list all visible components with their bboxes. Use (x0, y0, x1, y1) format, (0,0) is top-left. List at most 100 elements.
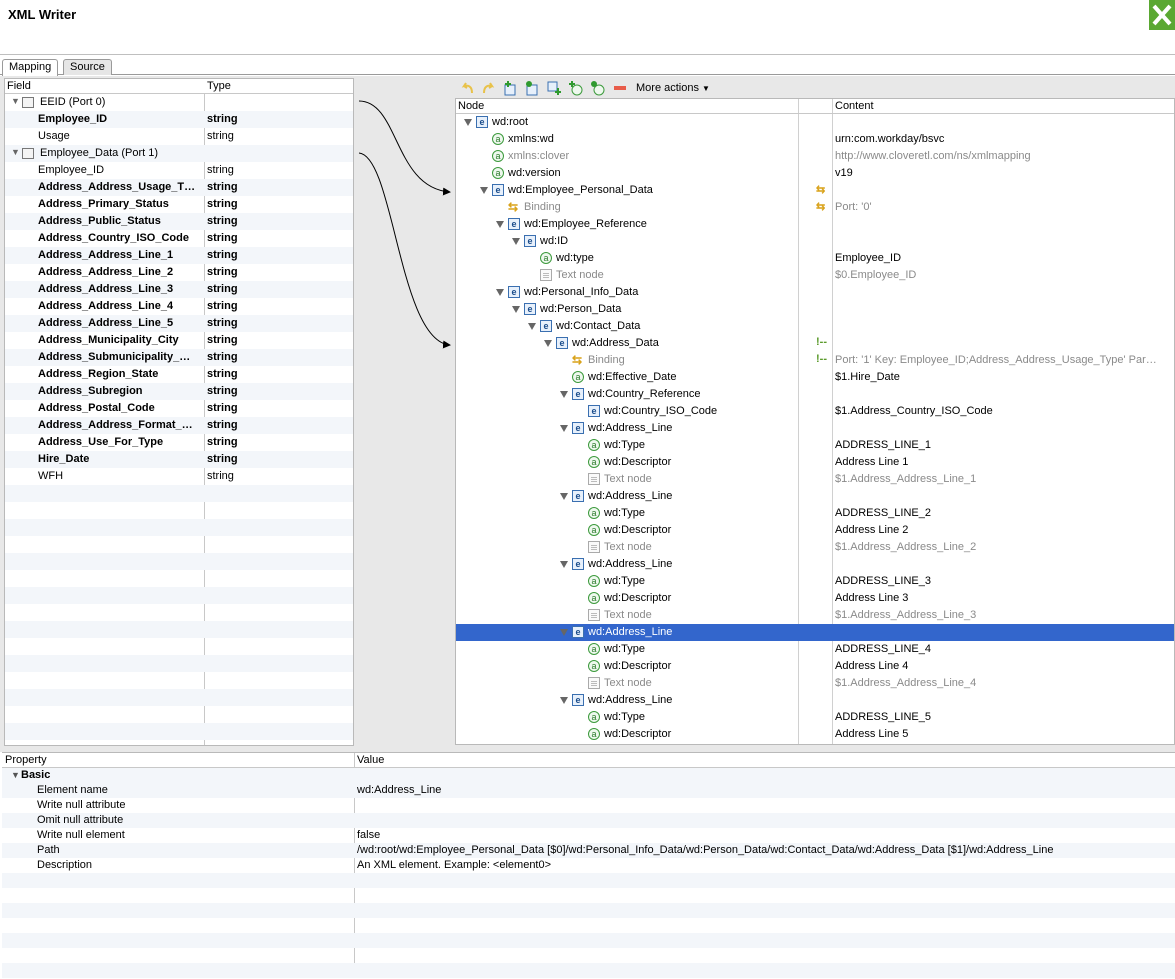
tree-node[interactable]: a wd:Type ADDRESS_LINE_3 (456, 573, 1174, 590)
tree-node[interactable]: e wd:Address_Line (456, 692, 1174, 709)
field-row[interactable]: Address_Subregion string (5, 383, 353, 400)
tab-source[interactable]: Source (63, 59, 112, 75)
tree-node[interactable]: e wd:ID (456, 233, 1174, 250)
expand-icon[interactable] (512, 306, 520, 313)
tree-node[interactable]: e wd:Address_Line (456, 556, 1174, 573)
tree-node[interactable]: a wd:type Employee_ID (456, 250, 1174, 267)
expand-icon[interactable] (544, 340, 552, 347)
tree-node[interactable]: e wd:Employee_Personal_Data ⇆ (456, 182, 1174, 199)
field-row[interactable]: Employee_ID string (5, 162, 353, 179)
tree-node[interactable]: e wd:root (456, 114, 1174, 131)
more-actions-menu[interactable]: More actions ▼ (636, 82, 710, 94)
field-row[interactable]: Employee_ID string (5, 111, 353, 128)
field-row[interactable]: Address_Submunicipality_… string (5, 349, 353, 366)
tree-node[interactable]: a wd:version v19 (456, 165, 1174, 182)
node-column-header[interactable]: Node (458, 100, 484, 112)
add-child-element-icon[interactable] (546, 80, 562, 96)
tree-node[interactable]: a xmlns:clover http://www.cloveretl.com/ns… (456, 148, 1174, 165)
tree-node[interactable]: a wd:Type ADDRESS_LINE_4 (456, 641, 1174, 658)
field-row[interactable]: Usage string (5, 128, 353, 145)
remove-icon[interactable] (612, 80, 628, 96)
expand-icon[interactable] (480, 187, 488, 194)
expand-icon[interactable] (512, 238, 520, 245)
field-row[interactable]: Address_Address_Format_… string (5, 417, 353, 434)
content-column-header[interactable]: Content (835, 100, 874, 112)
tree-node[interactable]: Text node $1.Address_Address_Line_1 (456, 471, 1174, 488)
expand-icon[interactable]: ▼ (11, 770, 20, 780)
expand-icon[interactable] (464, 119, 472, 126)
tree-node[interactable]: a wd:Descriptor Address Line 3 (456, 590, 1174, 607)
tree-node[interactable]: e wd:Contact_Data (456, 318, 1174, 335)
tree-node[interactable]: e wd:Country_Reference (456, 386, 1174, 403)
xml-tree[interactable]: Node Content e wd:root a xmlns:wd urn:com.wo… (455, 98, 1175, 745)
property-column-header[interactable]: Property (5, 754, 47, 766)
field-row[interactable]: Address_Address_Line_4 string (5, 298, 353, 315)
field-row[interactable]: Address_Address_Line_1 string (5, 247, 353, 264)
field-row[interactable]: Address_Region_State string (5, 366, 353, 383)
tree-node[interactable]: e wd:Address_Line (456, 488, 1174, 505)
tree-node[interactable]: e wd:Employee_Reference (456, 216, 1174, 233)
tree-node[interactable]: a wd:Type ADDRESS_LINE_2 (456, 505, 1174, 522)
expand-icon[interactable] (560, 391, 568, 398)
tree-node[interactable]: Text node $1.Address_Address_Line_4 (456, 675, 1174, 692)
tree-node[interactable]: a wd:Descriptor Address Line 2 (456, 522, 1174, 539)
field-table[interactable]: Field Type ▼ EEID (Port 0) Employee_ID stri… (4, 78, 354, 746)
tree-node[interactable]: a wd:Type ADDRESS_LINE_1 (456, 437, 1174, 454)
expand-icon[interactable] (560, 561, 568, 568)
property-group-basic[interactable]: ▼ Basic (2, 768, 1175, 783)
field-row[interactable]: Address_Public_Status string (5, 213, 353, 230)
expand-icon[interactable] (560, 425, 568, 432)
field-row[interactable]: Address_Country_ISO_Code string (5, 230, 353, 247)
tree-node[interactable]: a wd:Descriptor Address Line 4 (456, 658, 1174, 675)
property-row[interactable]: Description An XML element. Example: <ele… (2, 858, 1175, 873)
expand-icon[interactable] (560, 697, 568, 704)
property-row[interactable]: Element name wd:Address_Line (2, 783, 1175, 798)
tree-node[interactable]: e wd:Person_Data (456, 301, 1174, 318)
redo-icon[interactable] (480, 80, 496, 96)
field-row[interactable]: ▼ Employee_Data (Port 1) (5, 145, 353, 162)
tree-node[interactable]: ⇆ Binding !-- Port: '1' Key: Employee_ID;Ad… (456, 352, 1174, 369)
field-row[interactable]: Address_Address_Line_2 string (5, 264, 353, 281)
tree-node[interactable]: Text node $1.Address_Address_Line_3 (456, 607, 1174, 624)
add-wildcard-attribute-icon[interactable] (590, 80, 606, 96)
tree-node[interactable]: Text node $0.Employee_ID (456, 267, 1174, 284)
add-attribute-icon[interactable] (568, 80, 584, 96)
expand-icon[interactable]: ▼ (11, 147, 20, 157)
tree-node[interactable]: e wd:Address_Line (456, 420, 1174, 437)
field-row[interactable]: WFH string (5, 468, 353, 485)
field-row[interactable]: Address_Address_Line_3 string (5, 281, 353, 298)
field-row[interactable]: Address_Address_Usage_T… string (5, 179, 353, 196)
tree-node[interactable]: e wd:Country_ISO_Code $1.Address_Country_I… (456, 403, 1174, 420)
property-row[interactable]: Path/wd:root/wd:Employee_Personal_Data [… (2, 843, 1175, 858)
field-row[interactable]: Address_Postal_Code string (5, 400, 353, 417)
tree-node[interactable]: a xmlns:wd urn:com.workday/bsvc (456, 131, 1174, 148)
property-row[interactable]: Omit null attribute (2, 813, 1175, 828)
add-wildcard-element-icon[interactable] (524, 80, 540, 96)
tree-node[interactable]: a wd:Type ADDRESS_LINE_5 (456, 709, 1174, 726)
value-column-header[interactable]: Value (357, 754, 384, 766)
expand-icon[interactable] (560, 493, 568, 500)
tree-node[interactable]: e wd:Personal_Info_Data (456, 284, 1174, 301)
tree-node[interactable]: ⇆ Binding ⇆ Port: '0' (456, 199, 1174, 216)
expand-icon[interactable] (528, 323, 536, 330)
field-row[interactable]: Address_Primary_Status string (5, 196, 353, 213)
property-row[interactable]: Write null attribute (2, 798, 1175, 813)
tree-node[interactable]: Text node $1.Address_Address_Line_2 (456, 539, 1174, 556)
expand-icon[interactable] (496, 221, 504, 228)
expand-icon[interactable]: ▼ (11, 96, 20, 106)
add-element-icon[interactable] (502, 80, 518, 96)
expand-icon[interactable] (560, 629, 568, 636)
field-row[interactable]: Address_Use_For_Type string (5, 434, 353, 451)
field-row[interactable]: Address_Municipality_City string (5, 332, 353, 349)
tree-node[interactable]: e wd:Address_Line (456, 624, 1174, 641)
field-column-header[interactable]: Field (7, 80, 31, 92)
field-row[interactable]: Address_Address_Line_5 string (5, 315, 353, 332)
field-row[interactable]: Hire_Date string (5, 451, 353, 468)
undo-icon[interactable] (460, 80, 476, 96)
expand-icon[interactable] (496, 289, 504, 296)
tree-node[interactable]: a wd:Effective_Date $1.Hire_Date (456, 369, 1174, 386)
field-row[interactable]: ▼ EEID (Port 0) (5, 94, 353, 111)
tab-mapping[interactable]: Mapping (2, 59, 59, 76)
property-row[interactable]: Write null element false (2, 828, 1175, 843)
type-column-header[interactable]: Type (207, 80, 231, 92)
